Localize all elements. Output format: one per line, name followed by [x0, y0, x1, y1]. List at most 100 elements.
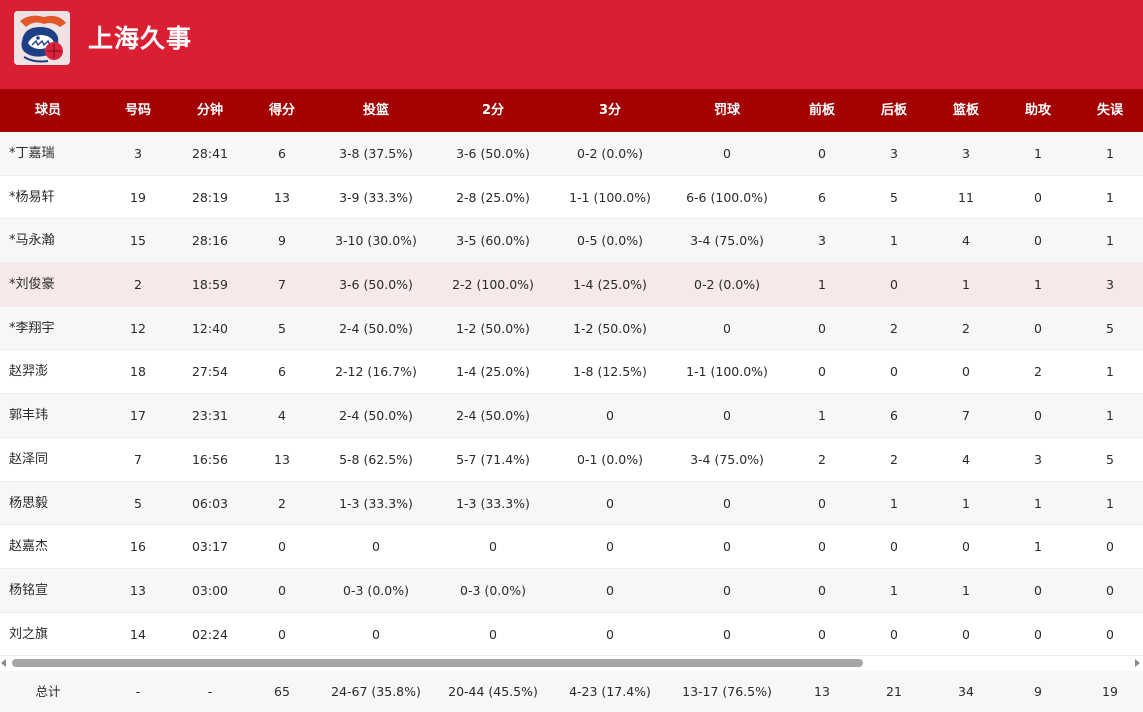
- column-header-rebounds[interactable]: 篮板: [953, 89, 979, 132]
- player-name-cell[interactable]: 赵羿澎: [9, 350, 48, 393]
- assists-cell: 0: [1034, 626, 1042, 642]
- player-row[interactable]: 杨铭宣 13 03:00 0 0-3 (0.0%) 0-3 (0.0%) 0 0 0 1 1 0 0: [0, 568, 1143, 613]
- minutes-cell: 06:03: [191, 495, 229, 511]
- column-header-assists[interactable]: 助攻: [1025, 89, 1051, 132]
- player-row[interactable]: *杨易轩 19 28:19 13 3-9 (33.3%) 2-8 (25.0%) 1-1 (…: [0, 175, 1143, 220]
- offensive-rebounds-cell: 0: [818, 539, 826, 555]
- player-row[interactable]: 郭丰玮 17 23:31 4 2-4 (50.0%) 2-4 (50.0%) 0 0 1 6 7 0 1: [0, 394, 1143, 438]
- player-number-cell: 2: [134, 277, 142, 293]
- player-number-cell: 15: [130, 233, 146, 249]
- stats-table-header: 球员 号码 分钟 得分 投篮 2分 3分 罚球 前板 后板 篮板 助攻 失误: [0, 89, 1143, 132]
- assists-cell: 1: [1034, 146, 1042, 161]
- player-row[interactable]: 赵泽同 7 16:56 13 5-8 (62.5%) 5-7 (71.4%) 0-1 (0.…: [0, 437, 1143, 482]
- field-goals-cell: 2-4 (50.0%): [339, 408, 413, 424]
- assists-cell: 0: [1034, 408, 1042, 424]
- player-row[interactable]: 刘之旗 14 02:24 0 0 0 0 0 0 0 0 0 0: [0, 612, 1143, 657]
- rebounds-cell: 4: [962, 451, 970, 467]
- column-header-defensive-rebounds[interactable]: 后板: [881, 89, 907, 132]
- team-name: 上海久事: [88, 24, 193, 53]
- points-cell: 0: [278, 582, 286, 598]
- minutes-cell: 28:19: [191, 189, 229, 205]
- assists-cell: 2: [1034, 364, 1042, 380]
- free-throws-cell: 1-1 (100.0%): [686, 364, 768, 380]
- offensive-rebounds-cell: 0: [818, 626, 826, 642]
- minutes-cell: 03:17: [191, 539, 229, 555]
- player-row[interactable]: *李翔宇 12 12:40 5 2-4 (50.0%) 1-2 (50.0%) 1-2 (5…: [0, 306, 1143, 351]
- player-name-cell[interactable]: 杨思毅: [9, 482, 48, 525]
- total-field-goals-cell: 24-67 (35.8%): [331, 684, 421, 699]
- column-header-player[interactable]: 球员: [35, 89, 61, 132]
- horizontal-scrollbar[interactable]: [0, 656, 1143, 671]
- defensive-rebounds-cell: 6: [890, 408, 898, 424]
- player-name-cell[interactable]: *丁嘉瑞: [9, 132, 55, 175]
- player-row[interactable]: *刘俊豪 2 18:59 7 3-6 (50.0%) 2-2 (100.0%) 1-4 (2…: [0, 263, 1143, 307]
- column-header-turnovers[interactable]: 失误: [1097, 89, 1123, 132]
- total-player-number-cell: -: [135, 684, 141, 699]
- column-header-free-throws[interactable]: 罚球: [714, 89, 740, 132]
- free-throws-cell: 0: [723, 495, 731, 511]
- scrollbar-thumb[interactable]: [12, 659, 863, 667]
- column-header-two-pointers[interactable]: 2分: [482, 89, 504, 132]
- two-pointers-cell: 3-5 (60.0%): [456, 233, 530, 249]
- field-goals-cell: 0-3 (0.0%): [343, 582, 409, 598]
- total-offensive-rebounds-cell: 13: [814, 684, 830, 699]
- three-pointers-cell: 1-4 (25.0%): [573, 277, 647, 293]
- turnovers-cell: 1: [1106, 408, 1114, 424]
- rebounds-cell: 4: [962, 233, 970, 249]
- player-stats-rows: *丁嘉瑞 3 28:41 6 3-8 (37.5%) 3-6 (50.0%) 0-2 (0.…: [0, 132, 1143, 657]
- three-pointers-cell: 1-1 (100.0%): [569, 189, 651, 205]
- player-row[interactable]: 赵嘉杰 16 03:17 0 0 0 0 0 0 0 0 1 0: [0, 525, 1143, 569]
- free-throws-cell: 0: [723, 626, 731, 642]
- offensive-rebounds-cell: 0: [818, 320, 826, 336]
- points-cell: 9: [278, 233, 286, 249]
- offensive-rebounds-cell: 2: [818, 451, 826, 467]
- player-name-cell[interactable]: 赵泽同: [9, 438, 48, 481]
- player-row[interactable]: 杨思毅 5 06:03 2 1-3 (33.3%) 1-3 (33.3%) 0 0 0 1 1 1 1: [0, 481, 1143, 526]
- three-pointers-cell: 1-2 (50.0%): [573, 320, 647, 336]
- turnovers-cell: 1: [1106, 233, 1114, 249]
- points-cell: 2: [278, 495, 286, 511]
- column-header-offensive-rebounds[interactable]: 前板: [809, 89, 835, 132]
- defensive-rebounds-cell: 0: [890, 277, 898, 293]
- player-name-cell[interactable]: *马永瀚: [9, 219, 55, 262]
- minutes-cell: 23:31: [191, 408, 229, 424]
- turnovers-cell: 1: [1106, 189, 1114, 205]
- player-name-cell[interactable]: 郭丰玮: [9, 394, 48, 437]
- minutes-cell: 03:00: [191, 582, 229, 598]
- turnovers-cell: 0: [1106, 626, 1114, 642]
- two-pointers-cell: 2-8 (25.0%): [456, 189, 530, 205]
- player-name-cell[interactable]: 赵嘉杰: [9, 525, 48, 568]
- player-name-cell[interactable]: *李翔宇: [9, 307, 55, 350]
- offensive-rebounds-cell: 0: [818, 146, 826, 161]
- scroll-left-arrow-icon[interactable]: [1, 659, 6, 667]
- turnovers-cell: 3: [1106, 277, 1114, 293]
- player-row[interactable]: *马永瀚 15 28:16 9 3-10 (30.0%) 3-5 (60.0%) 0-5 (…: [0, 219, 1143, 264]
- turnovers-cell: 5: [1106, 320, 1114, 336]
- total-assists-cell: 9: [1034, 684, 1042, 699]
- three-pointers-cell: 1-8 (12.5%): [573, 364, 647, 380]
- player-name-cell[interactable]: *刘俊豪: [9, 263, 55, 306]
- column-header-three-pointers[interactable]: 3分: [599, 89, 621, 132]
- field-goals-cell: 2-4 (50.0%): [339, 320, 413, 336]
- player-number-cell: 7: [134, 451, 142, 467]
- minutes-cell: 28:41: [191, 146, 229, 161]
- player-name-cell[interactable]: 刘之旗: [9, 613, 48, 656]
- player-row[interactable]: *丁嘉瑞 3 28:41 6 3-8 (37.5%) 3-6 (50.0%) 0-2 (0.…: [0, 132, 1143, 176]
- minutes-cell: 16:56: [191, 451, 229, 467]
- player-number-cell: 5: [134, 495, 142, 511]
- player-name-cell[interactable]: 杨铭宣: [9, 569, 48, 612]
- field-goals-cell: 3-8 (37.5%): [339, 146, 413, 161]
- turnovers-cell: 1: [1106, 146, 1114, 161]
- scroll-right-arrow-icon[interactable]: [1135, 659, 1140, 667]
- player-row[interactable]: 赵羿澎 18 27:54 6 2-12 (16.7%) 1-4 (25.0%) 1-8 (1…: [0, 350, 1143, 395]
- column-header-points[interactable]: 得分: [269, 89, 295, 132]
- column-header-number[interactable]: 号码: [125, 89, 151, 132]
- assists-cell: 1: [1034, 539, 1042, 555]
- assists-cell: 0: [1034, 320, 1042, 336]
- player-name-cell[interactable]: *杨易轩: [9, 176, 55, 219]
- column-header-minutes[interactable]: 分钟: [197, 89, 223, 132]
- assists-cell: 1: [1034, 277, 1042, 293]
- two-pointers-cell: 0-3 (0.0%): [460, 582, 526, 598]
- free-throws-cell: 0: [723, 539, 731, 555]
- column-header-field-goals[interactable]: 投篮: [363, 89, 389, 132]
